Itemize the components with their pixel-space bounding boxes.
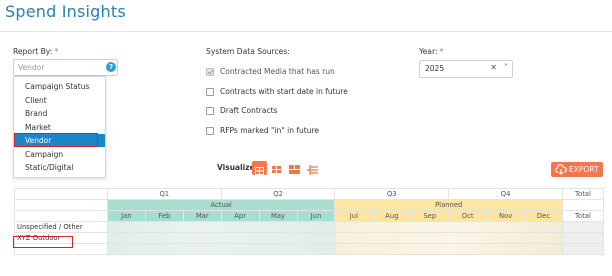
blurred-total-cell [561, 232, 605, 244]
chevron-down-icon[interactable]: ˅ [504, 63, 508, 72]
checkbox-contracted-media[interactable] [206, 68, 214, 76]
actual-planned-row: Actual Planned [14, 199, 605, 211]
report-by-placeholder: Vendor [18, 63, 45, 72]
blurred-total-cell [561, 243, 605, 255]
trend-icon[interactable] [306, 161, 319, 175]
cloud-download-icon [555, 164, 567, 175]
dropdown-option-client[interactable]: Client [14, 94, 105, 107]
total-header-1: Total [561, 188, 605, 200]
report-by-label: Report By: * [13, 47, 59, 56]
blurred-actual-cells [106, 232, 336, 244]
row-label-unspecified: Unspecified / Other [14, 221, 108, 233]
table-row: XYZ Outdoor [14, 232, 605, 244]
table-row-empty [14, 243, 605, 255]
table-icon[interactable] [252, 161, 267, 175]
blurred-planned-cells [334, 221, 563, 233]
checkbox-rfps[interactable] [206, 127, 214, 135]
blurred-actual-cells [106, 243, 336, 255]
spend-grid: Q1 Q2 Q3 Q4 Total Actual Planned Jan Feb… [14, 188, 605, 255]
month-jun: Jun [296, 210, 336, 222]
bar-chart-icon[interactable] [270, 161, 283, 173]
dropdown-option-campaign[interactable]: Campaign [14, 148, 105, 161]
export-button[interactable]: EXPORT [551, 162, 603, 177]
month-feb: Feb [144, 210, 184, 222]
corner-cell-3 [14, 210, 108, 222]
data-sources-label: System Data Sources: [206, 47, 290, 56]
checkbox-label-future-start: Contracts with start date in future [220, 87, 348, 96]
checkbox-draft-contracts[interactable] [206, 107, 214, 115]
highlight-xyz-outdoor [13, 236, 73, 248]
month-nov: Nov [486, 210, 526, 222]
checkbox-label-contracted-media: Contracted Media that has run [220, 67, 335, 76]
quarter-q1: Q1 [106, 188, 222, 200]
dropdown-option-campaign-status[interactable]: Campaign Status [14, 80, 105, 93]
month-dec: Dec [524, 210, 563, 222]
blurred-actual-cells [106, 221, 336, 233]
header-divider [0, 31, 612, 32]
corner-cell [14, 188, 108, 200]
month-header-row: Jan Feb Mar Apr May Jun Jul Aug Sep Oct … [14, 210, 605, 222]
page-title: Spend Insights [5, 2, 126, 21]
blurred-planned-cells [334, 232, 563, 244]
month-mar: Mar [182, 210, 222, 222]
checkbox-label-rfps: RFPs marked "in" in future [220, 126, 319, 135]
actual-header: Actual [106, 199, 336, 211]
total-spacer [561, 199, 605, 211]
report-by-dropdown: Campaign Status Client Brand Market Vend… [13, 76, 106, 178]
month-apr: Apr [220, 210, 260, 222]
checkbox-label-draft-contracts: Draft Contracts [220, 106, 278, 115]
blurred-total-cell [561, 221, 605, 233]
total-header-2: Total [561, 210, 605, 222]
dropdown-option-brand[interactable]: Brand [14, 107, 105, 120]
month-aug: Aug [372, 210, 412, 222]
year-select[interactable]: 2025 ✕ ˅ [419, 60, 513, 78]
stacked-icon[interactable] [288, 161, 301, 174]
clear-icon[interactable]: ✕ [490, 63, 497, 72]
month-jul: Jul [334, 210, 374, 222]
quarter-q2: Q2 [220, 188, 336, 200]
checkbox-future-start[interactable] [206, 88, 214, 96]
month-jan: Jan [106, 210, 146, 222]
month-oct: Oct [448, 210, 488, 222]
export-label: EXPORT [569, 165, 599, 174]
report-by-select[interactable]: Vendor ˄ [13, 59, 118, 76]
help-icon[interactable]: ? [106, 62, 116, 72]
month-sep: Sep [410, 210, 450, 222]
year-value: 2025 [425, 64, 445, 73]
quarter-q4: Q4 [448, 188, 563, 200]
dropdown-option-static-digital[interactable]: Static/Digital [14, 161, 105, 174]
quarter-q3: Q3 [334, 188, 450, 200]
quarter-header-row: Q1 Q2 Q3 Q4 Total [14, 188, 605, 200]
highlight-vendor-option [14, 133, 98, 147]
planned-header: Planned [334, 199, 563, 211]
corner-cell-2 [14, 199, 108, 211]
blurred-planned-cells [334, 243, 563, 255]
month-may: May [258, 210, 298, 222]
table-row: Unspecified / Other [14, 221, 605, 233]
year-label: Year: * [419, 47, 444, 56]
